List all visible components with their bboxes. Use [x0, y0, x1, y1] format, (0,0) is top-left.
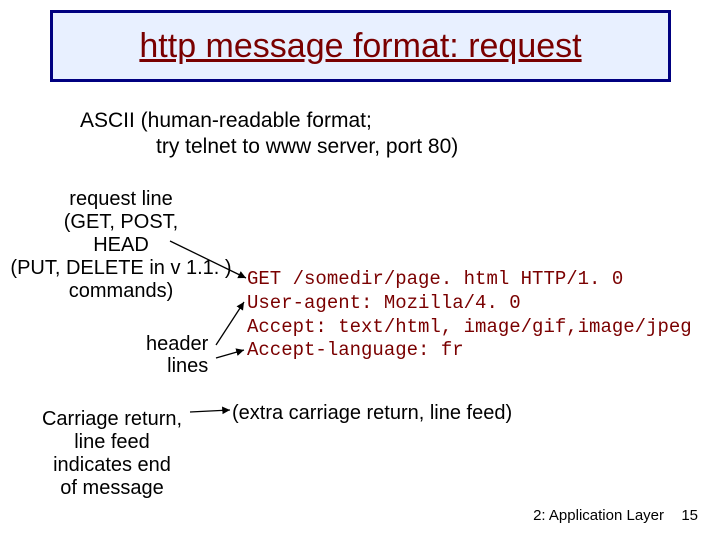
code-line-2: User-agent: Mozilla/4. 0	[247, 292, 521, 314]
subtitle: ASCII (human-readable format; try telnet…	[80, 108, 458, 161]
label-request-line-4: (PUT, DELETE in v 1.1. )	[10, 257, 231, 279]
code-line-4: Accept-language: fr	[247, 339, 464, 361]
label-request-line-2: (GET, POST,	[64, 211, 178, 233]
label-request-line-1: request line	[69, 188, 172, 210]
label-carriage-4: of message	[60, 477, 163, 499]
extra-crlf-note: (extra carriage return, line feed)	[232, 402, 512, 425]
footer-page-number: 15	[681, 507, 698, 524]
label-request-line-3: HEAD	[93, 234, 149, 256]
label-carriage-2: line feed	[74, 431, 150, 453]
footer-chapter: 2: Application Layer	[533, 507, 664, 524]
label-carriage-3: indicates end	[53, 454, 171, 476]
http-request-code: GET /somedir/page. html HTTP/1. 0 User-a…	[247, 268, 692, 363]
page-title: http message format: request	[139, 27, 581, 66]
label-lines: lines	[167, 355, 208, 377]
label-request-line-5: commands)	[69, 280, 173, 302]
label-request-line: request line (GET, POST, HEAD (PUT, DELE…	[0, 188, 242, 303]
code-line-3: Accept: text/html, image/gif,image/jpeg	[247, 316, 692, 338]
code-line-1: GET /somedir/page. html HTTP/1. 0	[247, 268, 623, 290]
subtitle-line-2: try telnet to www server, port 80)	[80, 134, 458, 160]
label-header-lines: header lines	[146, 333, 208, 377]
title-box: http message format: request	[50, 10, 671, 82]
subtitle-line-1: ASCII (human-readable format;	[80, 109, 372, 132]
label-carriage-1: Carriage return,	[42, 408, 182, 430]
label-carriage-return: Carriage return, line feed indicates end…	[12, 408, 212, 500]
label-header: header	[146, 333, 208, 355]
